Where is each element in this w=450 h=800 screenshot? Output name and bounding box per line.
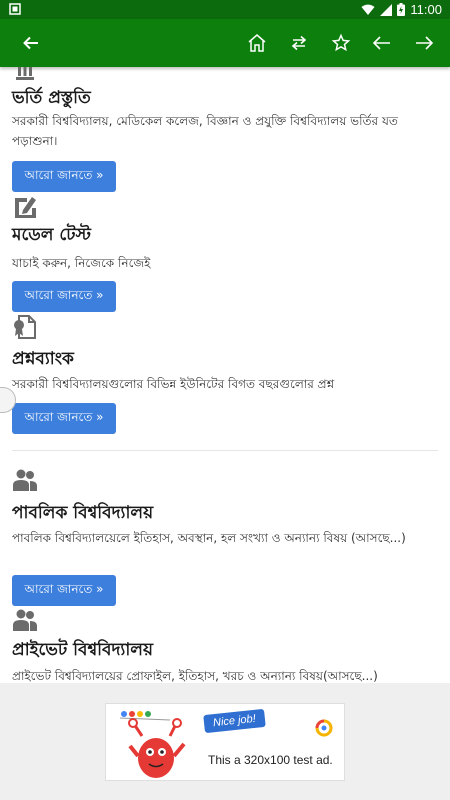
ad-mascot-icon [119,711,186,778]
section-question-bank: প্রশ্নব্যাংক সরকারী বিশ্ববিদ্যালয়গুলোর … [12,314,438,439]
section-admission-prep: ভর্তি প্রস্তুতি সরকারী বিশ্ববিদ্যালয়, ম… [12,67,438,197]
section-description: প্রাইভেট বিশ্ববিদ্যালয়ের প্রোফাইল, ইতিহ… [12,669,378,683]
status-bar: 11:00 [0,0,450,19]
arrow-left-icon [372,36,390,50]
learn-more-button[interactable]: আরো জানতে » [12,403,116,434]
ad-choices-icon [315,719,333,737]
star-icon [331,33,351,52]
bookmark-button[interactable] [327,29,355,57]
learn-more-button[interactable]: আরো জানতে » [12,281,116,312]
section-description: সরকারী বিশ্ববিদ্যালয়গুলোর বিভিন্ন ইউনিট… [12,377,335,391]
swap-icon [291,35,307,51]
section-description: যাচাই করুন, নিজেকে নিজেই [12,256,151,270]
section-title: মডেল টেস্ট [12,225,91,245]
pillar-icon [16,67,34,80]
signal-icon [380,3,393,16]
ad-banner-area: Nice job! This a 320x100 test ad. [0,683,450,800]
users-group-icon [13,609,37,631]
top-toolbar [0,19,450,67]
wifi-icon [361,4,375,15]
test-ad[interactable]: Nice job! This a 320x100 test ad. [105,703,345,781]
section-title: ভর্তি প্রস্তুতি [12,88,91,108]
ad-text: This a 320x100 test ad. [208,753,333,767]
swap-button[interactable] [285,29,313,57]
section-title: প্রাইভেট বিশ্ববিদ্যালয় [12,640,153,660]
home-icon [248,34,266,52]
section-title: পাবলিক বিশ্ববিদ্যালয় [12,503,154,523]
clock: 11:00 [410,2,442,17]
section-private-university: প্রাইভেট বিশ্ববিদ্যালয় প্রাইভেট বিশ্ববি… [12,607,438,683]
section-public-university: পাবলিক বিশ্ববিদ্যালয় পাবলিক বিশ্ববিদ্যা… [12,467,438,612]
notification-icon [9,3,21,15]
learn-more-button[interactable]: আরো জানতে » [12,575,116,606]
users-group-icon [13,469,37,491]
previous-button[interactable] [368,29,396,57]
learn-more-button[interactable]: আরো জানতে » [12,161,116,192]
section-description: পাবলিক বিশ্ববিদ্যালয়েলে ইতিহাস, অবস্থান… [12,531,406,545]
ad-bubble: Nice job! [203,708,266,734]
section-description: সরকারী বিশ্ববিদ্যালয়, মেডিকেল কলেজ, বিজ… [12,114,398,148]
section-title: প্রশ্নব্যাংক [12,349,74,369]
certificate-icon [14,315,36,339]
pencil-edit-icon [15,197,36,218]
section-model-test: মডেল টেস্ট যাচাই করুন, নিজেকে নিজেই আরো … [12,192,438,317]
divider [12,450,438,451]
arrow-right-icon [416,36,434,50]
home-button[interactable] [243,29,271,57]
back-button[interactable] [17,29,45,57]
battery-icon [397,3,406,16]
next-button[interactable] [410,29,438,57]
main-content: ভর্তি প্রস্তুতি সরকারী বিশ্ববিদ্যালয়, ম… [0,67,450,683]
back-arrow-icon [23,36,38,50]
